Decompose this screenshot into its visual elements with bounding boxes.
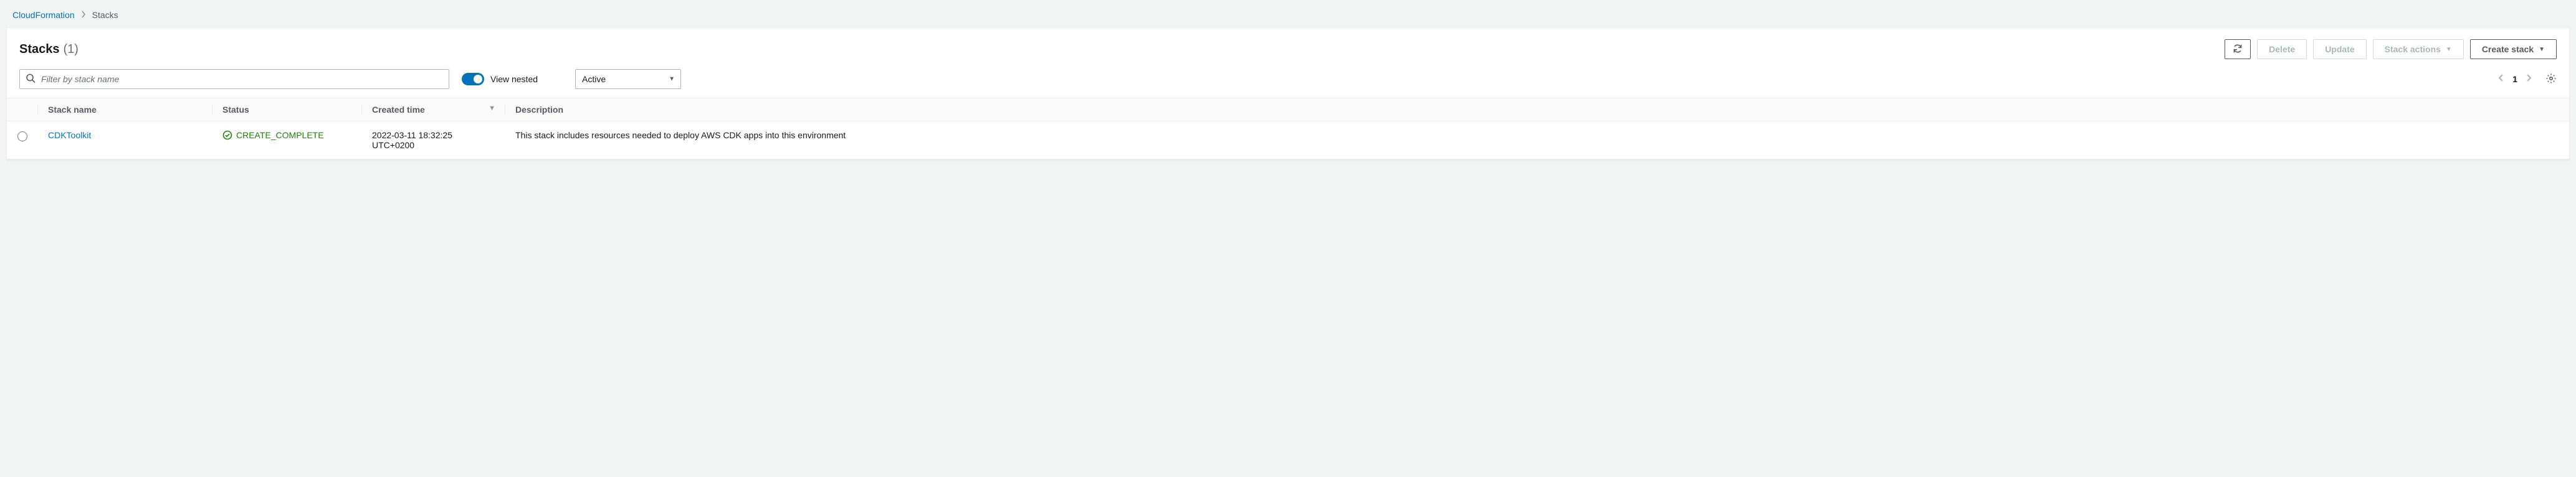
view-nested-label: View nested [490,74,538,84]
refresh-icon [2233,44,2243,55]
page-next-icon [2526,73,2532,85]
delete-button: Delete [2257,39,2307,59]
column-description[interactable]: Description [505,98,2569,121]
table-row: CDKToolkit CREATE_COMPLETE 2022-03-11 18… [7,121,2569,159]
breadcrumb-separator-icon [81,10,86,20]
stack-actions-label: Stack actions [2385,44,2441,54]
status-filter-select[interactable]: Active [575,69,681,89]
caret-down-icon: ▼ [2539,46,2545,53]
breadcrumb-current: Stacks [92,10,118,20]
stacks-table: Stack name Status Created time ▼ Descrip… [7,98,2569,159]
header-actions: Delete Update Stack actions ▼ Create sta… [2225,39,2557,59]
column-stack-name[interactable]: Stack name [38,98,212,121]
status-text: CREATE_COMPLETE [236,130,324,140]
pagination: 1 [2498,73,2557,86]
caret-down-icon: ▼ [2446,46,2452,53]
column-status[interactable]: Status [212,98,362,121]
stack-actions-button: Stack actions ▼ [2373,39,2464,59]
check-circle-icon [222,130,232,140]
column-created-label: Created time [372,105,425,115]
stacks-panel: Stacks (1) Delete Update Stack actions ▼… [6,27,2570,160]
search-wrap [19,69,449,89]
page-title: Stacks [19,42,60,57]
page-title-count: (1) [64,42,79,57]
breadcrumb-root-link[interactable]: CloudFormation [12,10,75,20]
sort-desc-icon: ▼ [489,105,495,112]
page-number: 1 [2512,74,2517,84]
view-nested-toggle-wrap: View nested [462,73,538,85]
panel-header: Stacks (1) Delete Update Stack actions ▼… [7,28,2569,64]
create-stack-button[interactable]: Create stack ▼ [2470,39,2557,59]
search-icon [26,73,36,85]
stack-name-link[interactable]: CDKToolkit [48,130,91,140]
settings-button[interactable] [2545,73,2557,86]
filter-input[interactable] [19,69,449,89]
page-prev-icon [2498,73,2504,85]
created-time-cell: 2022-03-11 18:32:25 UTC+0200 [362,121,505,159]
row-select-radio[interactable] [17,131,27,141]
column-created-time[interactable]: Created time ▼ [362,98,505,121]
update-button: Update [2313,39,2366,59]
description-cell: This stack includes resources needed to … [505,121,2569,159]
column-select [7,98,38,121]
status-filter-wrap: Active ▼ [575,69,681,89]
view-nested-toggle[interactable] [462,73,484,85]
refresh-button[interactable] [2225,39,2251,59]
breadcrumb: CloudFormation Stacks [0,0,2576,27]
filter-row: View nested Active ▼ 1 [7,64,2569,98]
status-badge: CREATE_COMPLETE [222,130,324,140]
create-stack-label: Create stack [2482,44,2534,54]
